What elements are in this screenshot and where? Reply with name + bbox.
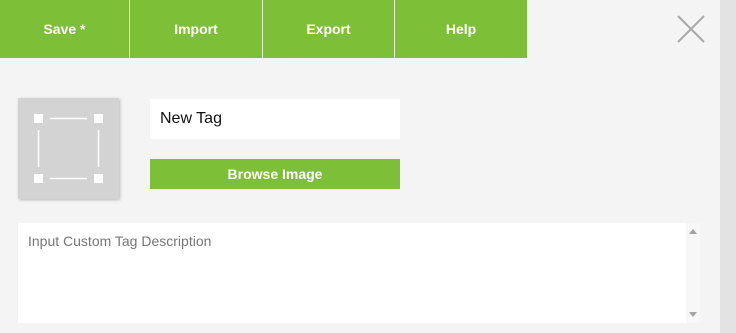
scroll-down-arrow-icon[interactable]: [689, 312, 697, 317]
tag-image-thumbnail[interactable]: [18, 98, 119, 199]
tag-name-input[interactable]: [150, 99, 400, 139]
save-button[interactable]: Save *: [0, 0, 129, 58]
export-button[interactable]: Export: [262, 0, 394, 58]
tag-description-textarea[interactable]: [18, 223, 686, 323]
help-button[interactable]: Help: [394, 0, 527, 58]
top-toolbar: Save * Import Export Help: [0, 0, 527, 58]
close-icon[interactable]: [676, 14, 706, 44]
import-button[interactable]: Import: [129, 0, 262, 58]
description-scrollbar[interactable]: [686, 223, 700, 323]
description-box: [18, 223, 700, 323]
image-placeholder-icon: [34, 114, 103, 183]
browse-image-button[interactable]: Browse Image: [150, 159, 400, 189]
scroll-up-arrow-icon[interactable]: [689, 229, 697, 234]
window-scroll-gutter: [720, 0, 736, 333]
